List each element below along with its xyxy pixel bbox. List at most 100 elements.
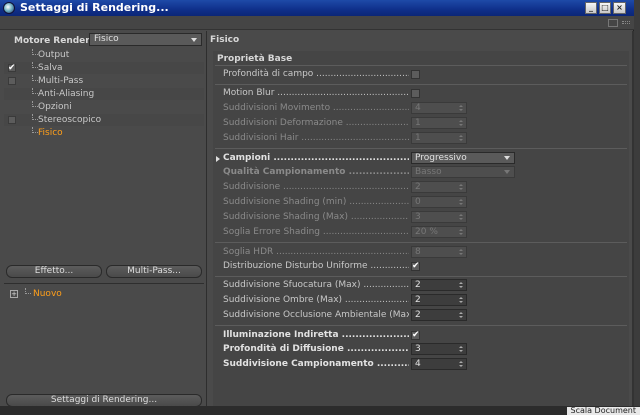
field-label: Campioni ...............................… bbox=[223, 153, 409, 163]
ao-subdivision-field[interactable]: 2 bbox=[411, 309, 467, 321]
stepper-icon[interactable] bbox=[459, 297, 464, 304]
title-bar[interactable]: Settaggi di Rendering... _ □ × bbox=[0, 0, 634, 16]
row-deform-subdivisions: Suddivisioni Deformazione ..............… bbox=[217, 117, 625, 130]
preset-item-nuovo[interactable]: + Nuovo bbox=[6, 288, 202, 300]
stepper-icon[interactable] bbox=[459, 312, 464, 319]
section-title: Fisico bbox=[210, 35, 240, 45]
close-button[interactable]: × bbox=[613, 2, 626, 14]
tree-item-salva[interactable]: ✔ Salva bbox=[4, 62, 204, 74]
row-uniform-noise: Distribuzione Disturbo Uniforme ........… bbox=[217, 260, 625, 273]
hdr-threshold-field[interactable]: 8 bbox=[411, 246, 467, 258]
checkmark-icon: ✔ bbox=[412, 330, 420, 340]
multipass-button[interactable]: Multi-Pass... bbox=[106, 265, 202, 278]
field-label: Suddivisione Shading (min) .............… bbox=[223, 197, 409, 207]
tree-item-stereoscopico[interactable]: Stereoscopico bbox=[4, 114, 204, 126]
stepper-icon[interactable] bbox=[459, 361, 464, 368]
field-label: Suddivisioni Deformazione ..............… bbox=[223, 118, 409, 128]
indirect-illumination-checkbox[interactable]: ✔ bbox=[411, 330, 420, 340]
physical-settings-panel: Proprietà Base Profondità di campo .....… bbox=[213, 51, 629, 411]
tree-item-output[interactable]: Output bbox=[4, 49, 204, 61]
motion-blur-checkbox[interactable] bbox=[411, 89, 420, 98]
stepper-icon[interactable] bbox=[459, 105, 464, 112]
divider bbox=[215, 65, 627, 66]
window-title: Settaggi di Rendering... bbox=[20, 1, 169, 14]
stepper-icon[interactable] bbox=[459, 214, 464, 221]
stepper-icon[interactable] bbox=[459, 184, 464, 191]
stepper-icon[interactable] bbox=[459, 229, 464, 236]
tree-item-multipass[interactable]: Multi-Pass bbox=[4, 75, 204, 87]
shading-min-field[interactable]: 0 bbox=[411, 196, 467, 208]
hair-subdivisions-field[interactable]: 1 bbox=[411, 132, 467, 144]
status-text: Scala Document bbox=[566, 407, 640, 415]
row-hdr-threshold: Soglia HDR .............................… bbox=[217, 246, 625, 259]
tree-item-label: Opzioni bbox=[38, 102, 72, 112]
stepper-icon[interactable] bbox=[459, 282, 464, 289]
sampling-quality-select[interactable]: Basso bbox=[411, 166, 515, 178]
field-label: Qualità Campionamento ..................… bbox=[223, 167, 409, 177]
field-label: Suddivisione Occlusione Ambientale (Max)… bbox=[223, 310, 409, 320]
menu-strip bbox=[0, 16, 634, 30]
blur-subdivision-field[interactable]: 2 bbox=[411, 279, 467, 291]
field-label: Suddivisione Shading (Max) .............… bbox=[223, 212, 409, 222]
row-sampling-subdivision: Suddivisione Campionamento .............… bbox=[217, 358, 625, 371]
background-strip bbox=[0, 406, 640, 415]
render-engine-select[interactable]: Fisico bbox=[89, 33, 202, 46]
field-label: Suddivisioni Hair ......................… bbox=[223, 133, 409, 143]
field-label: Suddivisione Campionamento .............… bbox=[223, 359, 409, 369]
preset-item-label: Nuovo bbox=[33, 289, 62, 299]
field-label: Illuminazione Indiretta ................… bbox=[223, 330, 409, 340]
shadow-subdivision-field[interactable]: 2 bbox=[411, 294, 467, 306]
sampling-subdivision-field[interactable]: 4 bbox=[411, 358, 467, 370]
tree-item-fisico[interactable]: Fisico bbox=[4, 127, 204, 139]
uniform-noise-checkbox[interactable]: ✔ bbox=[411, 261, 420, 271]
row-shading-max: Suddivisione Shading (Max) .............… bbox=[217, 211, 625, 224]
checkmark-icon: ✔ bbox=[8, 63, 16, 73]
stepper-icon[interactable] bbox=[459, 199, 464, 206]
panel-layout-icon[interactable] bbox=[608, 19, 618, 27]
expand-triangle-icon[interactable] bbox=[216, 156, 220, 162]
tree-item-checkbox[interactable] bbox=[8, 116, 16, 124]
row-sampling-quality: Qualità Campionamento ..................… bbox=[217, 166, 625, 179]
divider bbox=[215, 84, 627, 85]
chevron-down-icon bbox=[191, 38, 197, 42]
field-label: Soglia HDR .............................… bbox=[223, 247, 409, 257]
tree-item-opzioni[interactable]: Opzioni bbox=[4, 101, 204, 113]
row-shadow-subdivision: Suddivisione Ombre (Max) ...............… bbox=[217, 294, 625, 307]
field-label: Suddivisioni Movimento .................… bbox=[223, 103, 409, 113]
stepper-icon[interactable] bbox=[459, 120, 464, 127]
stepper-icon[interactable] bbox=[459, 346, 464, 353]
minimize-button[interactable]: _ bbox=[585, 2, 597, 14]
shading-error-field[interactable]: 20 % bbox=[411, 226, 467, 238]
field-label: Distribuzione Disturbo Uniforme ........… bbox=[223, 261, 409, 271]
shading-max-field[interactable]: 3 bbox=[411, 211, 467, 223]
tree-item-label: Stereoscopico bbox=[38, 115, 102, 125]
chevron-down-icon bbox=[504, 156, 510, 160]
field-label: Soglia Errore Shading ..................… bbox=[223, 227, 409, 237]
samplers-select[interactable]: Progressivo bbox=[411, 152, 515, 164]
tree-item-label: Fisico bbox=[38, 128, 63, 138]
tree-item-checkbox[interactable] bbox=[8, 77, 16, 85]
row-shading-error: Soglia Errore Shading ..................… bbox=[217, 226, 625, 239]
row-depth-of-field: Profondità di campo ....................… bbox=[217, 68, 625, 81]
tree-item-antialiasing[interactable]: Anti-Aliasing bbox=[4, 88, 204, 100]
left-pane: Motore Render Fisico Output ✔ Salva Mult… bbox=[2, 31, 204, 411]
tree-item-checkbox[interactable]: ✔ bbox=[8, 63, 16, 73]
divider bbox=[215, 276, 627, 277]
tree-item-label: Anti-Aliasing bbox=[38, 89, 95, 99]
maximize-button[interactable]: □ bbox=[599, 2, 611, 14]
render-engine-label: Motore Render bbox=[14, 36, 90, 46]
tree-item-label: Multi-Pass bbox=[38, 76, 84, 86]
row-hair-subdivisions: Suddivisioni Hair ......................… bbox=[217, 132, 625, 145]
diffuse-depth-field[interactable]: 3 bbox=[411, 343, 467, 355]
stepper-icon[interactable] bbox=[459, 249, 464, 256]
motion-subdivisions-field[interactable]: 4 bbox=[411, 102, 467, 114]
panel-menu-icon[interactable] bbox=[622, 21, 630, 24]
deform-subdivisions-field[interactable]: 1 bbox=[411, 117, 467, 129]
expand-icon[interactable]: + bbox=[10, 290, 18, 298]
subdivision-field[interactable]: 2 bbox=[411, 181, 467, 193]
depth-of-field-checkbox[interactable] bbox=[411, 70, 420, 79]
effect-button[interactable]: Effetto... bbox=[6, 265, 102, 278]
presets-panel: + Nuovo bbox=[4, 283, 204, 395]
stepper-icon[interactable] bbox=[459, 135, 464, 142]
vertical-scrollbar[interactable] bbox=[632, 31, 634, 415]
